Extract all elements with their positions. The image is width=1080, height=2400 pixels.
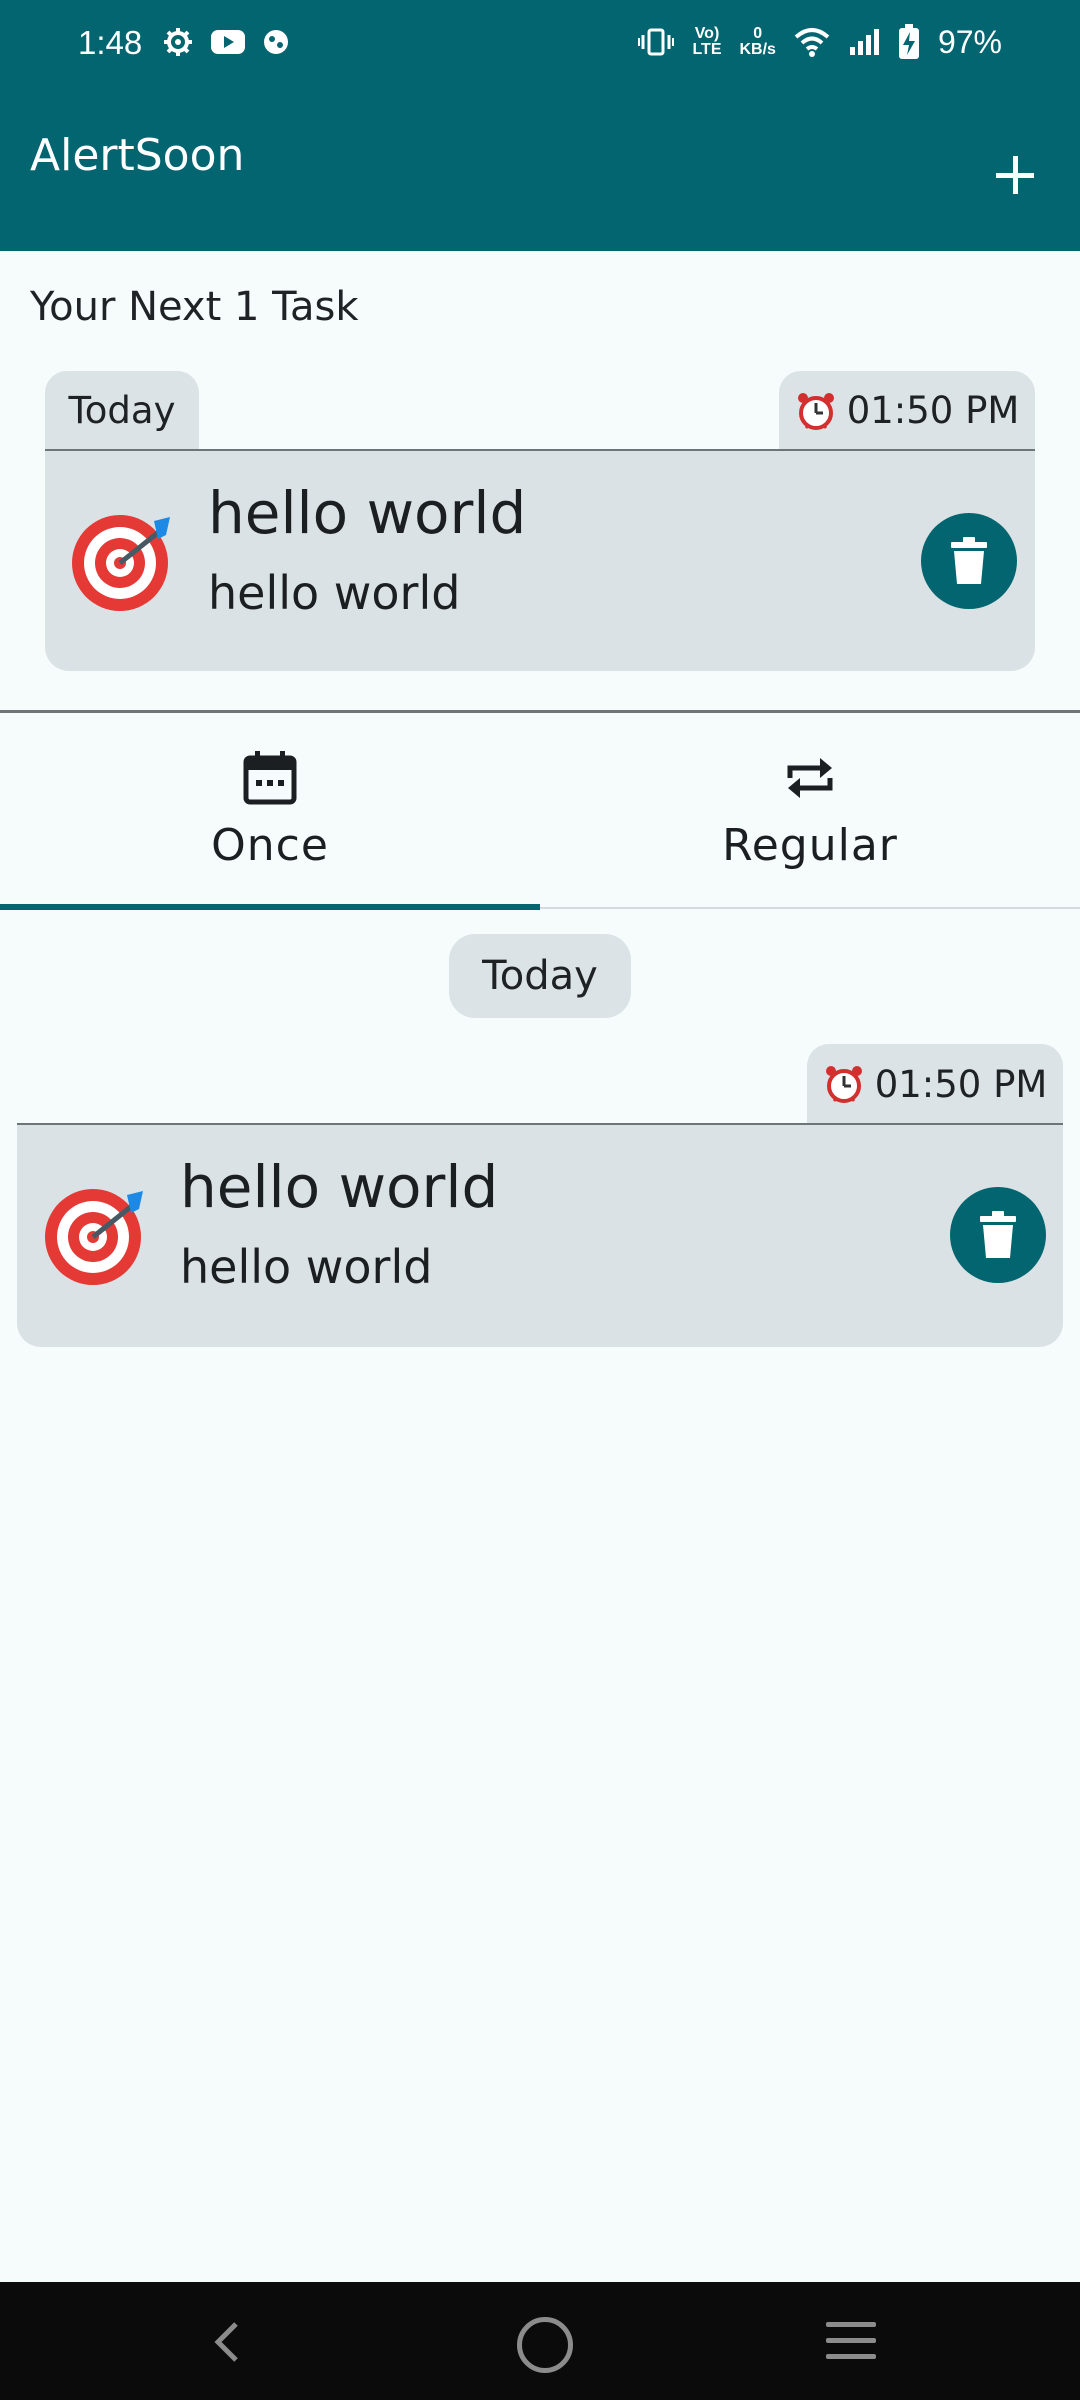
signal-icon xyxy=(849,29,879,55)
next-tasks-heading: Your Next 1 Task xyxy=(30,284,359,330)
delete-task-button[interactable] xyxy=(921,513,1017,609)
data-rate-unit: KB/s xyxy=(739,41,776,58)
vibrate-icon xyxy=(638,28,675,56)
status-bar: 1:48 Vo) LTE 0 KB/s 97% xyxy=(0,0,1080,90)
status-time: 1:48 xyxy=(78,24,143,61)
task-list-item-body: hello world hello world xyxy=(17,1123,1063,1347)
date-header: Today xyxy=(449,934,631,1018)
home-icon[interactable] xyxy=(517,2317,573,2373)
settings-notification-icon xyxy=(164,28,192,56)
battery-percent: 97% xyxy=(937,23,1002,60)
recent-apps-icon[interactable] xyxy=(826,2322,876,2362)
delete-task-button[interactable] xyxy=(950,1187,1046,1283)
app-title: AlertSoon xyxy=(30,130,245,181)
day-chip: Today xyxy=(45,371,199,450)
task-subtitle: hello world xyxy=(180,1240,433,1294)
next-task-body: hello world hello world xyxy=(45,449,1035,671)
trash-icon xyxy=(980,1211,1016,1258)
dart-target-icon xyxy=(45,1189,143,1285)
volte-bottom-text: LTE xyxy=(692,41,722,58)
volte-top-text: Vo) xyxy=(694,25,720,42)
battery-charging-icon xyxy=(898,24,919,59)
task-title: hello world xyxy=(208,479,527,547)
tab-once[interactable]: Once xyxy=(0,730,540,910)
youtube-notification-icon xyxy=(211,30,245,54)
calendar-icon xyxy=(243,751,297,805)
wifi-icon xyxy=(794,28,830,57)
time-chip: 01:50 PM xyxy=(807,1044,1063,1124)
task-list-item[interactable]: 01:50 PM hello world hello world xyxy=(17,1044,1063,1347)
tab-selected-indicator xyxy=(0,904,540,910)
app-bar: 1:48 Vo) LTE 0 KB/s 97% AlertSoon xyxy=(0,0,1080,251)
data-rate-value: 0 xyxy=(753,25,763,42)
add-task-button[interactable] xyxy=(980,140,1050,210)
next-task-card[interactable]: Today 01:50 PM hello world hello world xyxy=(45,371,1035,671)
task-subtitle: hello world xyxy=(208,566,461,620)
section-divider xyxy=(0,710,1080,713)
repeat-icon xyxy=(787,758,833,798)
tab-regular-label: Regular xyxy=(722,820,898,871)
volte-indicator: Vo) LTE xyxy=(692,26,721,58)
alarm-clock-icon xyxy=(797,392,834,430)
time-chip: 01:50 PM xyxy=(779,371,1035,450)
status-right-icons: Vo) LTE 0 KB/s 97% xyxy=(638,22,1002,62)
tab-regular[interactable]: Regular xyxy=(540,730,1080,910)
time-chip-label: 01:50 PM xyxy=(874,1062,1048,1106)
trash-icon xyxy=(951,537,987,584)
alarm-clock-icon xyxy=(825,1066,862,1103)
time-chip-label: 01:50 PM xyxy=(846,389,1020,432)
tab-once-label: Once xyxy=(211,820,329,871)
app-notification-icon xyxy=(264,30,288,54)
dart-target-icon xyxy=(72,515,170,611)
data-rate: 0 KB/s xyxy=(740,26,776,58)
system-nav-bar xyxy=(0,2282,1080,2400)
tab-underline xyxy=(540,907,1080,909)
task-title: hello world xyxy=(180,1153,499,1221)
back-icon[interactable] xyxy=(204,2318,252,2366)
